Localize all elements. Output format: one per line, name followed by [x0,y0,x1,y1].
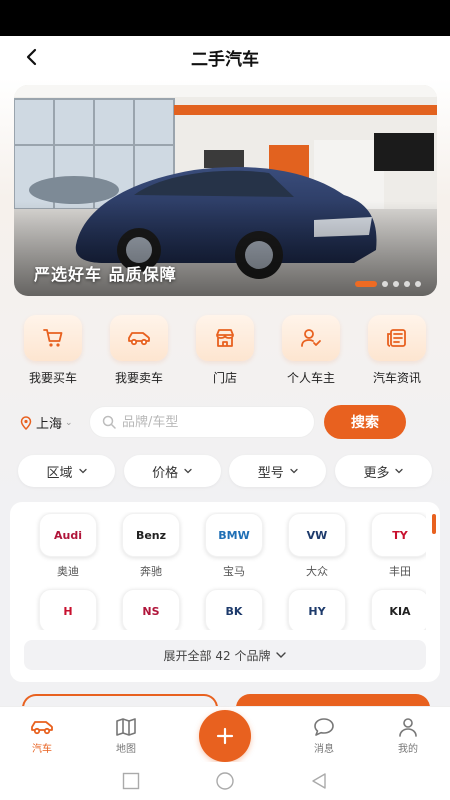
tab-car[interactable]: 汽车 [12,717,72,755]
plus-icon [216,727,234,745]
banner-slogan: 严选好车 品质保障 [34,265,177,284]
search-icon [102,415,116,429]
brand-logo: Benz [122,513,180,557]
carousel-dot-active[interactable] [355,281,377,287]
brand-logo: TY [371,513,426,557]
tab-label: 我的 [398,744,418,755]
city-selector[interactable]: 上海 ⌄ [20,413,73,432]
brand-logo: BK [205,589,263,630]
brand-logo: HY [288,589,346,630]
brand-item-bk[interactable]: BK [194,589,274,630]
filter-label: 价格 [152,465,179,481]
search-input[interactable] [122,414,302,430]
quick-item-private-owner[interactable]: 个人车主 [268,315,354,387]
brand-item-audi[interactable]: Audi 奥迪 [28,513,108,579]
user-check-icon [282,315,340,361]
profile-icon [399,718,417,737]
brand-name: 奥迪 [57,565,79,578]
search-row: 上海 ⌄ 搜索 [0,404,450,440]
brand-item-benz[interactable]: Benz 奔驰 [111,513,191,579]
brand-item-vw[interactable]: VW 大众 [277,513,357,579]
chevron-down-icon [78,468,87,474]
filter-label: 区域 [46,465,73,481]
brand-item-h[interactable]: H [28,589,108,630]
brand-logo: NS [122,589,180,630]
brand-name: 奔驰 [140,565,162,578]
brand-name: 大众 [306,565,328,578]
system-navigation-bar [0,762,450,800]
brand-name: 宝马 [223,565,245,578]
brand-logo: KIA [371,589,426,630]
status-bar [0,0,450,36]
news-icon [368,315,426,361]
filter-label: 型号 [257,465,284,481]
tab-profile[interactable]: 我的 [378,717,438,755]
brand-card: Audi 奥迪 Benz 奔驰 BMW 宝马 VW 大众 TY 丰田 H NS … [10,502,440,682]
brand-item-toyota[interactable]: TY 丰田 [360,513,426,579]
car-icon [31,721,53,735]
filter-more[interactable]: 更多 [334,455,432,487]
tab-label: 汽车 [32,744,52,755]
quick-menu: 我要买车 我要卖车 门店 个人车主 汽车资讯 [10,315,440,387]
filter-bar: 区域 价格 型号 更多 [18,455,432,487]
brand-grid[interactable]: Audi 奥迪 Benz 奔驰 BMW 宝马 VW 大众 TY 丰田 H NS … [18,512,426,630]
tab-label: 地图 [116,744,136,755]
message-icon [314,718,334,736]
quick-item-label: 我要卖车 [114,371,163,385]
tab-label: 消息 [314,744,334,755]
search-button[interactable]: 搜索 [324,405,406,439]
quick-item-car-news[interactable]: 汽车资讯 [354,315,440,387]
quick-item-label: 个人车主 [286,371,335,385]
filter-region[interactable]: 区域 [18,455,115,487]
carousel-dot[interactable] [393,281,399,287]
recent-apps-icon[interactable] [122,772,140,790]
home-icon[interactable] [215,772,235,790]
location-pin-icon [20,415,32,430]
filter-price[interactable]: 价格 [123,455,221,487]
add-button[interactable] [199,710,251,762]
quick-item-label: 门店 [212,371,237,385]
quick-item-label: 我要买车 [28,371,77,385]
brand-item-hy[interactable]: HY [277,589,357,630]
brand-item-bmw[interactable]: BMW 宝马 [194,513,274,579]
quick-item-sell-car[interactable]: 我要卖车 [96,315,182,387]
system-back-icon[interactable] [310,772,328,790]
quick-item-buy-car[interactable]: 我要买车 [10,315,96,387]
tab-messages[interactable]: 消息 [294,717,354,755]
expand-all-brands-button[interactable]: 展开全部 42 个品牌 [24,640,426,670]
brand-item-kia[interactable]: KIA [360,589,426,630]
page-title: 二手汽车 [191,50,259,70]
brand-item-ns[interactable]: NS [111,589,191,630]
brand-logo: BMW [205,513,263,557]
brand-scrollbar[interactable] [432,514,436,632]
tab-map[interactable]: 地图 [96,717,156,755]
carousel-dot[interactable] [382,281,388,287]
expand-label: 展开全部 42 个品牌 [163,648,271,663]
chevron-down-icon [276,652,287,658]
filter-model[interactable]: 型号 [229,455,327,487]
chevron-down-icon: ⌄ [65,417,73,428]
brand-name: 丰田 [389,565,411,578]
banner-carousel[interactable]: 严选好车 品质保障 [14,85,437,296]
quick-item-label: 汽车资讯 [372,371,421,385]
chevron-down-icon [290,468,298,474]
brand-logo: H [39,589,97,630]
city-name: 上海 [36,417,63,432]
filter-label: 更多 [363,465,390,481]
carousel-indicator [355,281,421,287]
chevron-down-icon [395,468,404,474]
scrollbar-thumb[interactable] [432,514,436,534]
chevron-down-icon [184,468,192,474]
brand-logo: VW [288,513,346,557]
search-box[interactable] [89,406,315,438]
nav-header: 二手汽车 [0,36,450,78]
shopping-cart-icon [24,315,82,361]
map-icon [116,718,136,736]
quick-item-store[interactable]: 门店 [182,315,268,387]
car-icon [110,315,168,361]
carousel-dot[interactable] [404,281,410,287]
carousel-dot[interactable] [415,281,421,287]
store-icon [196,315,254,361]
brand-logo: Audi [39,513,97,557]
